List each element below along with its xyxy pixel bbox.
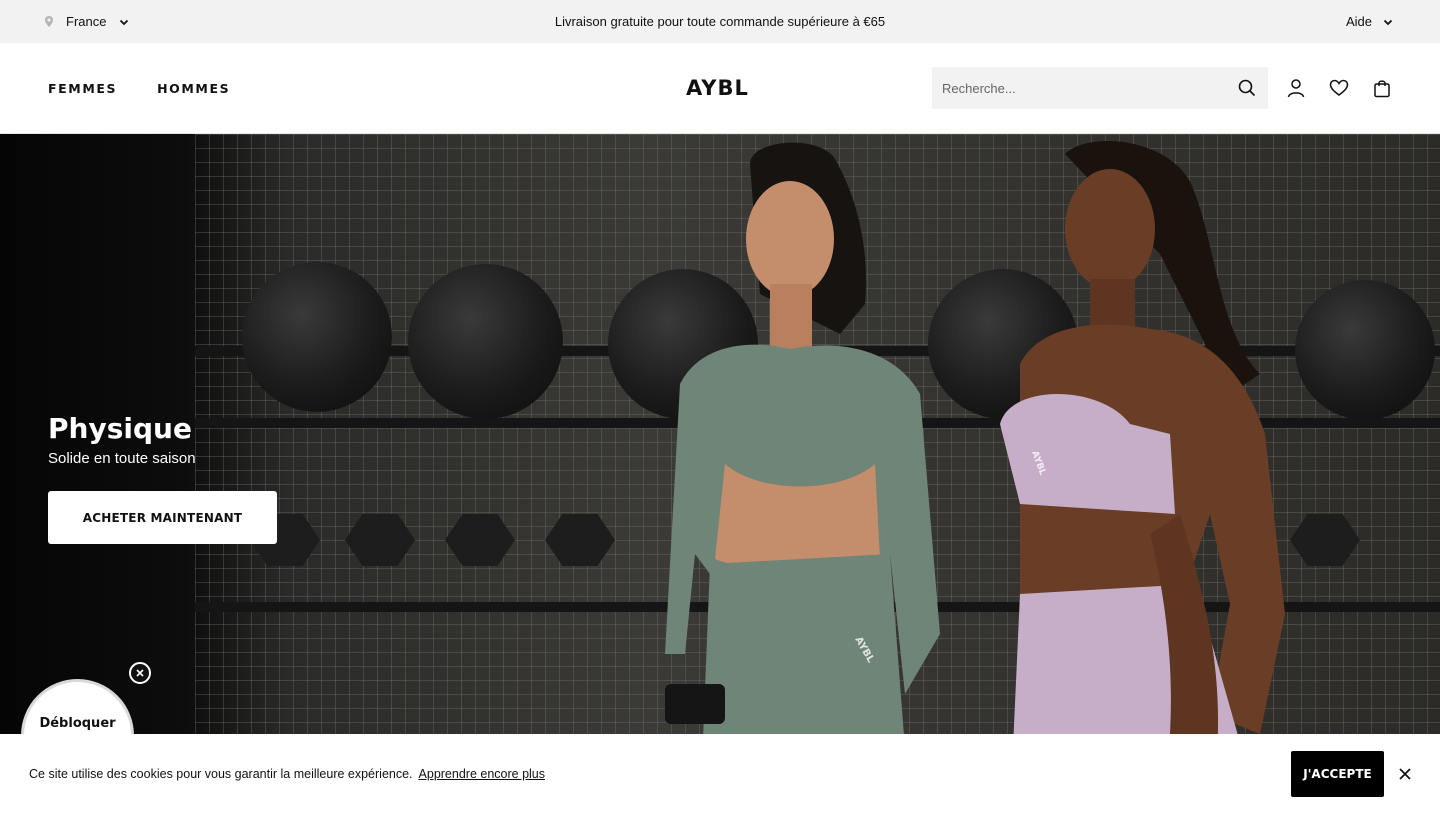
shopping-bag-icon[interactable] [1371,77,1393,99]
nav-women[interactable]: FEMMES [48,81,117,96]
model-lilac-outfit: AYBL [1000,141,1285,813]
medicine-ball [242,262,392,412]
main-nav: FEMMES HOMMES [48,43,230,134]
close-icon[interactable] [129,662,151,684]
site-header: FEMMES HOMMES AYBL [0,43,1440,134]
wishlist-heart-icon[interactable] [1328,77,1350,99]
search-box [932,67,1268,109]
medicine-ball [1295,280,1435,420]
model-green-outfit: AYBL [665,142,940,813]
search-input[interactable] [932,67,1237,109]
help-label: Aide [1345,14,1372,29]
hero-title: Physique [48,412,192,445]
announcement-bar: France Livraison gratuite pour toute com… [0,0,1440,43]
search-icon[interactable] [1237,78,1257,98]
close-icon[interactable] [1395,764,1415,784]
cookie-text: Ce site utilise des cookies pour vous ga… [29,766,413,781]
chevron-down-icon [1382,16,1394,28]
header-icons [1285,77,1393,99]
account-icon[interactable] [1285,77,1307,99]
cookie-message: Ce site utilise des cookies pour vous ga… [29,734,545,813]
hero-subtitle: Solide en toute saison [48,450,196,467]
shop-now-button[interactable]: ACHETER MAINTENANT [48,491,277,544]
free-shipping-message: Livraison gratuite pour toute commande s… [554,14,886,29]
hero-copy: Physique Solide en toute saison [48,412,196,467]
hero-banner: AYBL AYBL Physique Solide en toute saiso… [0,134,1440,813]
help-menu[interactable]: Aide [1346,0,1394,43]
cookie-learn-more-link[interactable]: Apprendre encore plus [419,767,545,781]
medicine-ball [408,264,563,419]
nav-men[interactable]: HOMMES [157,81,230,96]
brand-logo[interactable]: AYBL [686,76,749,100]
accept-cookies-button[interactable]: J'ACCEPTE [1291,751,1384,797]
cookie-banner: Ce site utilise des cookies pour vous ga… [0,734,1440,813]
